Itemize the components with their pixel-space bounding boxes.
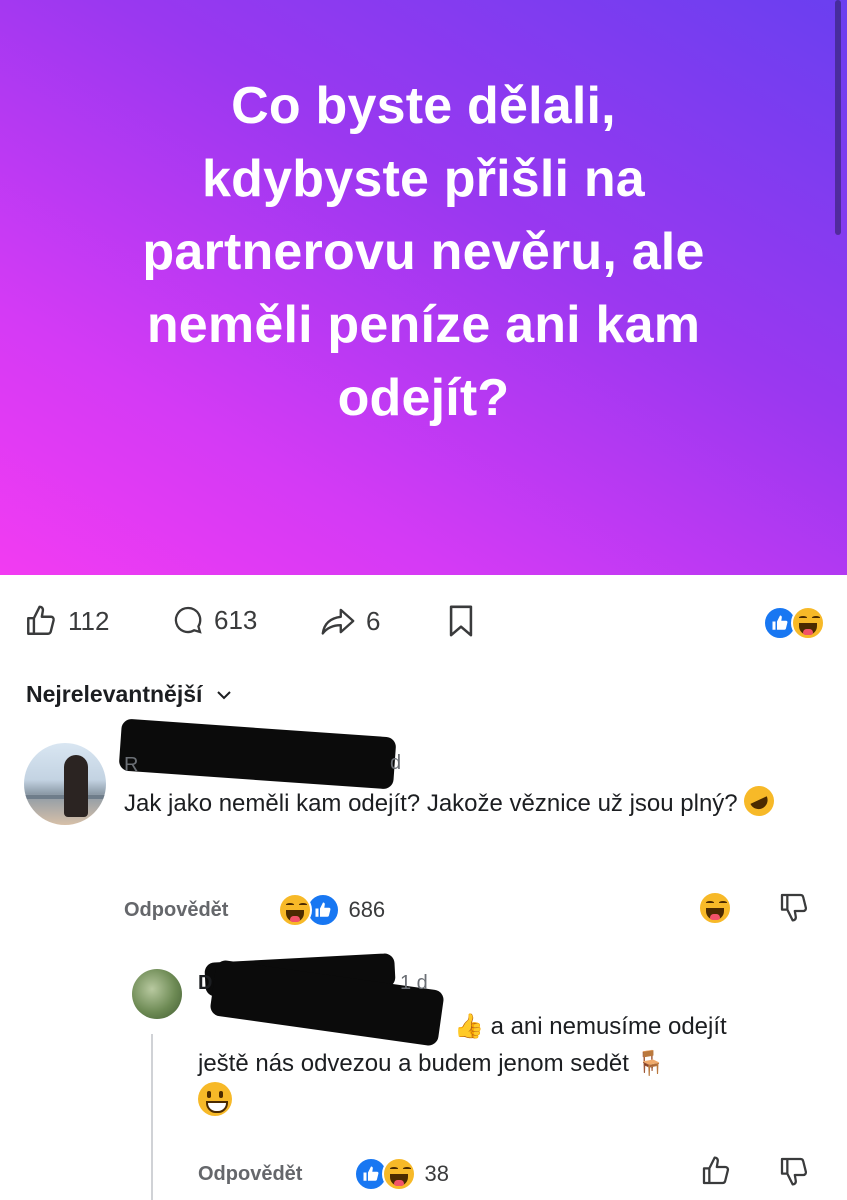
reply-reactions[interactable]: 38 bbox=[354, 1157, 449, 1191]
reply-button[interactable]: Odpovědět bbox=[124, 899, 228, 922]
comment-button[interactable]: 613 bbox=[172, 604, 257, 636]
post-action-bar: 112 613 6 bbox=[0, 590, 847, 654]
commenter-name[interactable]: R bbox=[124, 754, 138, 777]
chair-emoji: 🪑 bbox=[635, 1050, 666, 1077]
comment-time: d bbox=[390, 752, 402, 774]
thumbs-down-icon[interactable] bbox=[778, 891, 810, 923]
thumbs-down-icon[interactable] bbox=[778, 1155, 810, 1187]
reply-text-line-2: ještě nás odvezou a budem jenom sedět bbox=[198, 1050, 629, 1077]
reaction-count: 38 bbox=[424, 1161, 449, 1186]
comment-icon bbox=[174, 606, 202, 634]
share-count: 6 bbox=[366, 605, 381, 636]
comment-time: 1 d bbox=[400, 972, 428, 994]
comment-body: Jak jako neměli kam odejít? Jakože vězni… bbox=[124, 781, 784, 822]
save-button[interactable] bbox=[446, 604, 476, 638]
scrollbar[interactable] bbox=[835, 0, 841, 235]
sort-label: Nejrelevantnější bbox=[26, 681, 203, 707]
reply-meta: Odpovědět 38 bbox=[198, 1157, 449, 1191]
haha-reaction-icon bbox=[382, 1157, 417, 1191]
comment-sort-dropdown[interactable]: Nejrelevantnější bbox=[26, 681, 232, 708]
thread-line bbox=[151, 1034, 153, 1200]
avatar[interactable] bbox=[132, 969, 182, 1019]
bookmark-icon bbox=[449, 605, 473, 637]
grinning-emoji-icon bbox=[198, 1082, 232, 1116]
like-count: 112 bbox=[68, 605, 110, 636]
avatar[interactable] bbox=[24, 743, 106, 825]
post-background: Co byste dělali, kdybyste přišli na part… bbox=[0, 0, 847, 575]
reply-text-line-1: a ani nemusíme odejít bbox=[490, 1013, 727, 1040]
reply-body: 👍 a ani nemusíme odejít ještě nás odvezo… bbox=[198, 1008, 818, 1121]
thumbs-up-emoji: 👍 bbox=[454, 1013, 484, 1040]
post-reactions[interactable] bbox=[763, 606, 825, 640]
comment-text: Jak jako neměli kam odejít? Jakože vězni… bbox=[124, 790, 738, 817]
rofl-emoji-icon bbox=[739, 781, 780, 821]
redaction-mark bbox=[118, 718, 397, 790]
comment-count: 613 bbox=[214, 604, 258, 635]
share-icon bbox=[321, 608, 355, 635]
thumbs-up-icon[interactable] bbox=[700, 1155, 732, 1187]
haha-reaction-icon bbox=[278, 893, 313, 927]
comment-reactions[interactable]: 686 bbox=[278, 893, 385, 927]
reaction-count: 686 bbox=[348, 897, 386, 922]
post-text: Co byste dělali, kdybyste přišli na part… bbox=[142, 77, 705, 427]
share-button[interactable]: 6 bbox=[320, 604, 380, 638]
like-button[interactable]: 112 bbox=[24, 604, 109, 638]
haha-react-button[interactable] bbox=[698, 891, 732, 925]
chevron-down-icon bbox=[217, 690, 232, 699]
reply-button[interactable]: Odpovědět bbox=[198, 1163, 302, 1186]
commenter-name[interactable]: D bbox=[198, 972, 212, 995]
haha-reaction-icon bbox=[791, 606, 825, 640]
comment-meta: Odpovědět 686 bbox=[124, 893, 385, 927]
thumbs-up-icon bbox=[27, 605, 55, 635]
